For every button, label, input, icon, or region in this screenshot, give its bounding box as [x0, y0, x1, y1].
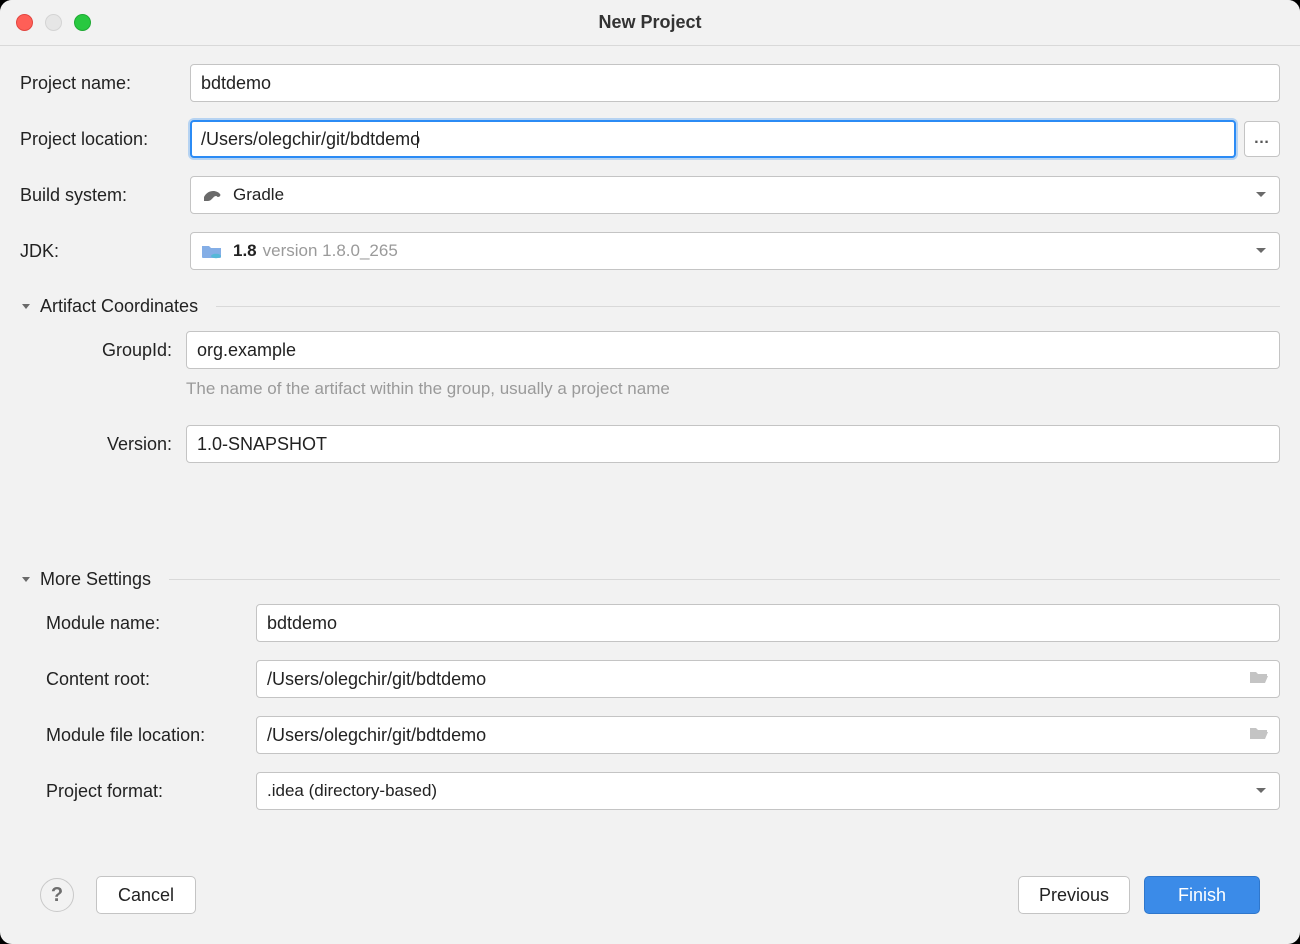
more-settings-section: More Settings Module name: Content root:…	[20, 569, 1280, 820]
group-id-label: GroupId:	[46, 340, 186, 361]
build-system-dropdown[interactable]: Gradle	[190, 176, 1280, 214]
divider	[169, 579, 1280, 580]
jdk-row: JDK: 1.8 version 1.8.0_265	[20, 232, 1280, 270]
jdk-version-suffix: version 1.8.0_265	[263, 241, 398, 261]
chevron-down-icon	[1255, 787, 1267, 795]
folder-jdk-icon	[201, 242, 223, 260]
footer: ? Cancel Previous Finish	[20, 866, 1280, 944]
ellipsis-icon: …	[1254, 130, 1271, 148]
content-root-value: /Users/olegchir/git/bdtdemo	[267, 669, 486, 690]
help-icon: ?	[51, 884, 63, 907]
artifact-coordinates-section: Artifact Coordinates GroupId: The name o…	[20, 296, 1280, 485]
footer-right: Previous Finish	[1018, 876, 1260, 914]
previous-button[interactable]: Previous	[1018, 876, 1130, 914]
jdk-label: JDK:	[20, 241, 190, 262]
version-input[interactable]	[186, 425, 1280, 463]
divider	[216, 306, 1280, 307]
version-label: Version:	[46, 434, 186, 455]
chevron-down-icon	[1255, 247, 1267, 255]
group-id-hint: The name of the artifact within the grou…	[186, 379, 1280, 399]
module-name-input[interactable]	[256, 604, 1280, 642]
window-controls	[16, 14, 91, 31]
jdk-dropdown[interactable]: 1.8 version 1.8.0_265	[190, 232, 1280, 270]
build-system-row: Build system: Gradle	[20, 176, 1280, 214]
project-location-value: /Users/olegchir/git/bdtdemo	[201, 129, 420, 150]
artifact-coordinates-title: Artifact Coordinates	[40, 296, 198, 317]
new-project-window: New Project Project name: Project locati…	[0, 0, 1300, 944]
window-minimize-button[interactable]	[45, 14, 62, 31]
content-root-label: Content root:	[46, 669, 256, 690]
group-id-input[interactable]	[186, 331, 1280, 369]
jdk-value: 1.8	[233, 241, 257, 261]
build-system-value: Gradle	[233, 185, 284, 205]
project-format-row: Project format: .idea (directory-based)	[46, 772, 1280, 810]
project-location-label: Project location:	[20, 129, 190, 150]
content-root-input[interactable]: /Users/olegchir/git/bdtdemo	[256, 660, 1280, 698]
spacer	[20, 485, 1280, 565]
folder-open-icon[interactable]	[1249, 669, 1269, 690]
cancel-button[interactable]: Cancel	[96, 876, 196, 914]
expand-down-icon	[20, 574, 32, 586]
more-settings-title: More Settings	[40, 569, 151, 590]
finish-button[interactable]: Finish	[1144, 876, 1260, 914]
chevron-down-icon	[1255, 191, 1267, 199]
content-root-row: Content root: /Users/olegchir/git/bdtdem…	[46, 660, 1280, 698]
help-button[interactable]: ?	[40, 878, 74, 912]
titlebar: New Project	[0, 0, 1300, 46]
group-id-row: GroupId:	[46, 331, 1280, 369]
build-system-label: Build system:	[20, 185, 190, 206]
window-title: New Project	[598, 12, 701, 33]
folder-open-icon[interactable]	[1249, 725, 1269, 746]
module-file-location-input[interactable]: /Users/olegchir/git/bdtdemo	[256, 716, 1280, 754]
window-close-button[interactable]	[16, 14, 33, 31]
expand-down-icon	[20, 301, 32, 313]
more-settings-toggle[interactable]: More Settings	[20, 569, 1280, 590]
artifact-sub-form: GroupId: The name of the artifact within…	[20, 331, 1280, 463]
module-file-location-value: /Users/olegchir/git/bdtdemo	[267, 725, 486, 746]
project-name-input[interactable]	[190, 64, 1280, 102]
window-maximize-button[interactable]	[74, 14, 91, 31]
module-file-location-label: Module file location:	[46, 725, 256, 746]
project-name-row: Project name:	[20, 64, 1280, 102]
project-format-value: .idea (directory-based)	[267, 781, 437, 801]
project-location-input[interactable]: /Users/olegchir/git/bdtdemo	[190, 120, 1236, 158]
module-file-location-row: Module file location: /Users/olegchir/gi…	[46, 716, 1280, 754]
content-area: Project name: Project location: /Users/o…	[0, 46, 1300, 944]
project-location-row: Project location: /Users/olegchir/git/bd…	[20, 120, 1280, 158]
artifact-coordinates-toggle[interactable]: Artifact Coordinates	[20, 296, 1280, 317]
project-format-label: Project format:	[46, 781, 256, 802]
project-name-label: Project name:	[20, 73, 190, 94]
version-row: Version:	[46, 425, 1280, 463]
project-format-dropdown[interactable]: .idea (directory-based)	[256, 772, 1280, 810]
gradle-icon	[201, 186, 223, 204]
module-name-label: Module name:	[46, 613, 256, 634]
project-location-browse-button[interactable]: …	[1244, 121, 1280, 157]
module-name-row: Module name:	[46, 604, 1280, 642]
